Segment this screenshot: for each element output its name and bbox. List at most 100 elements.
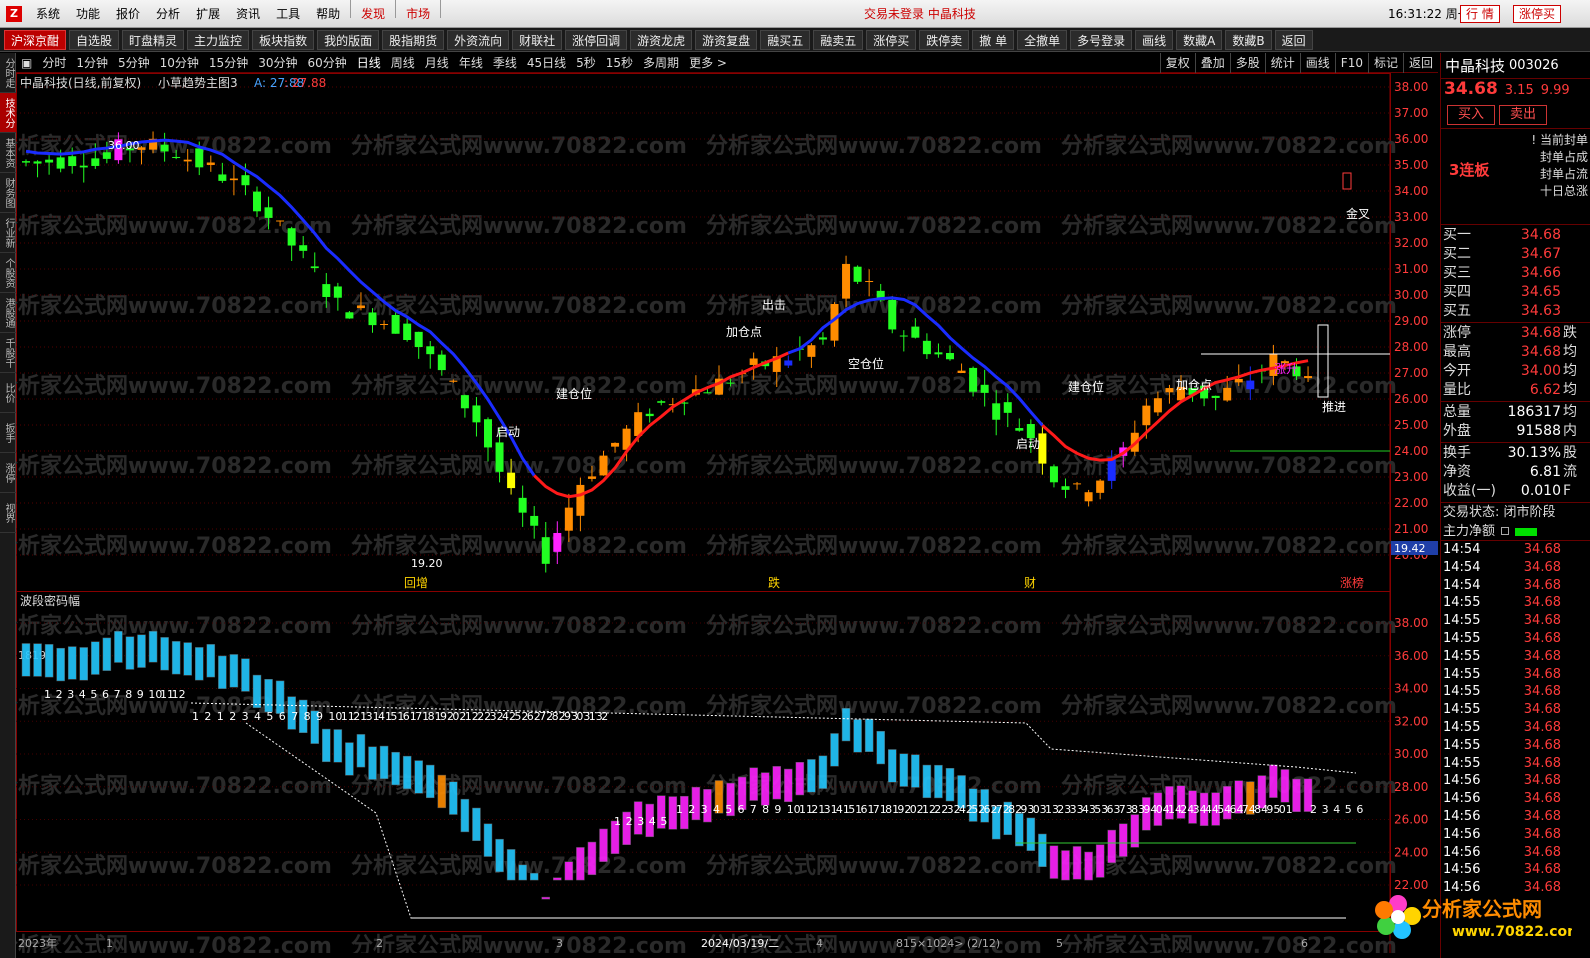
period-tool-button[interactable]: 画线: [1299, 53, 1335, 73]
toolbar-button[interactable]: 撤 单: [972, 29, 1015, 50]
watermark-text: 分析家公式网www.70822.com: [706, 453, 1042, 479]
candle-body: [611, 442, 620, 447]
period-tab[interactable]: 季线: [488, 53, 522, 73]
toolbar-button[interactable]: 涨停回调: [565, 29, 628, 50]
tick-time: 14:55: [1443, 613, 1481, 629]
toolbar-button[interactable]: 财联社: [512, 29, 563, 50]
period-tool-button[interactable]: 统计: [1264, 53, 1300, 73]
menu-item[interactable]: 工具: [268, 0, 308, 28]
left-tab[interactable]: 财务图示: [0, 173, 16, 213]
left-tab[interactable]: 千股千评: [0, 333, 16, 373]
period-tool-button[interactable]: 多股: [1229, 53, 1265, 73]
toolbar-button[interactable]: 全撤单: [1017, 29, 1068, 50]
toolbar-button[interactable]: 数藏B: [1225, 29, 1272, 50]
count-label: 9: [774, 803, 781, 816]
y-tick-label: 24.00: [1394, 444, 1428, 458]
left-tab[interactable]: 行业新闻: [0, 213, 16, 253]
app-logo-icon[interactable]: Z: [6, 5, 22, 22]
menu-item[interactable]: 报价: [108, 0, 148, 28]
left-tab[interactable]: 个股资讯: [0, 253, 16, 293]
period-tab[interactable]: 多周期: [638, 53, 684, 73]
toolbar-button[interactable]: 返回: [1274, 29, 1313, 50]
toolbar-button[interactable]: 多号登录: [1070, 29, 1133, 50]
toolbar-button[interactable]: 游资复盘: [695, 29, 758, 50]
toolbar: 沪深京酣 自选股 盯盘精灵 主力监控 板块指数 我的版面 股指期货 外资流向 财联社 涨停回调 游资…: [0, 28, 1590, 52]
menu-item[interactable]: 扩展: [188, 0, 228, 28]
toolbar-button[interactable]: 自选股: [69, 29, 120, 50]
period-tab[interactable]: 15分钟: [204, 53, 253, 73]
toolbar-button[interactable]: 画线: [1135, 29, 1174, 50]
candle: [218, 162, 227, 183]
left-tab[interactable]: 分时走势: [0, 53, 16, 93]
period-tab[interactable]: 月线: [420, 53, 454, 73]
toolbar-button[interactable]: 游资龙虎: [630, 29, 693, 50]
panel-toggle-icon[interactable]: ▣: [16, 53, 37, 73]
toolbar-button[interactable]: 融买五: [760, 29, 811, 50]
period-tool-button[interactable]: F10: [1334, 53, 1368, 73]
left-tab[interactable]: 比价: [0, 373, 16, 413]
period-tab[interactable]: 15秒: [601, 53, 638, 73]
seal-line: 十日总涨: [1539, 184, 1588, 198]
left-tab[interactable]: 基本资料: [0, 133, 16, 173]
toolbar-button[interactable]: 数藏A: [1176, 29, 1223, 50]
menu-item[interactable]: 资讯: [228, 0, 268, 28]
toolbar-button[interactable]: 股指期货: [382, 29, 445, 50]
period-tab[interactable]: 30分钟: [253, 53, 302, 73]
band-bar: [460, 798, 470, 833]
period-tool-button[interactable]: 叠加: [1194, 53, 1230, 73]
period-tab[interactable]: 分时: [37, 53, 71, 73]
toolbar-button[interactable]: 盯盘精灵: [122, 29, 185, 50]
kline-chart-area[interactable]: 分析家公式网www.70822.com 分析家公式网www.70822.com 分析…: [16, 73, 1438, 953]
quote-button[interactable]: 行 情: [1460, 5, 1500, 23]
menu-item[interactable]: 系统: [28, 0, 68, 28]
left-tab[interactable]: 涨停: [0, 453, 16, 493]
candle-body: [472, 405, 481, 423]
period-tab[interactable]: 日线: [352, 53, 386, 73]
left-tab[interactable]: 扳手: [0, 413, 16, 453]
toolbar-button[interactable]: 板块指数: [252, 29, 315, 50]
watermark-text: 分析家公式网www.70822.com: [351, 373, 687, 399]
toolbar-button[interactable]: 跌停卖: [919, 29, 970, 50]
menu-item-highlight[interactable]: 发现: [353, 0, 393, 28]
left-tab[interactable]: 港股通: [0, 293, 16, 333]
sell-button[interactable]: 卖出: [1499, 105, 1547, 125]
period-tool-button[interactable]: 标记: [1367, 53, 1403, 73]
limitup-buy-button[interactable]: 涨停买: [1513, 5, 1562, 23]
menu-item[interactable]: 功能: [68, 0, 108, 28]
period-tab[interactable]: 年线: [454, 53, 488, 73]
menu-item-highlight[interactable]: 市场: [398, 0, 438, 28]
period-tab[interactable]: 5秒: [571, 53, 601, 73]
tick-list[interactable]: 14:54 34.68 14:54 34.68 14:54 34.68 14:55 34.68…: [1441, 541, 1590, 897]
candle: [391, 312, 400, 334]
period-tab[interactable]: 60分钟: [302, 53, 351, 73]
left-tab[interactable]: 技术分析: [0, 93, 16, 133]
period-tool-button[interactable]: 复权: [1159, 53, 1195, 73]
left-tab[interactable]: 视界: [0, 493, 16, 533]
period-tool-button[interactable]: 返回: [1402, 53, 1438, 73]
menu-item[interactable]: 分析: [148, 0, 188, 28]
period-tab[interactable]: 5分钟: [113, 53, 155, 73]
indicator-name: 小草趋势主图3: [158, 76, 238, 90]
tick-row: 14:56 34.68: [1441, 772, 1590, 790]
period-tab[interactable]: 周线: [386, 53, 420, 73]
period-tab[interactable]: 10分钟: [155, 53, 204, 73]
band-bar: [1038, 833, 1047, 867]
y-tick-label: 21.00: [1394, 522, 1428, 536]
toolbar-button[interactable]: 沪深京酣: [4, 29, 67, 50]
count-label: 1: [217, 710, 224, 723]
toolbar-button[interactable]: 主力监控: [187, 29, 250, 50]
period-tab[interactable]: 更多 >: [684, 53, 732, 73]
candle-body: [484, 419, 492, 448]
toolbar-button[interactable]: 外资流向: [447, 29, 510, 50]
menu-item[interactable]: 帮助: [308, 0, 348, 28]
period-tab[interactable]: 45日线: [522, 53, 571, 73]
band-bar: [264, 679, 273, 713]
period-tab[interactable]: 1分钟: [71, 53, 113, 73]
candle-body: [264, 207, 273, 218]
toolbar-button[interactable]: 涨停买: [866, 29, 917, 50]
toolbar-button[interactable]: 我的版面: [317, 29, 380, 50]
indicator-b-value: : 27.88: [284, 76, 326, 90]
candle: [645, 408, 654, 423]
toolbar-button[interactable]: 融卖五: [813, 29, 864, 50]
buy-button[interactable]: 买入: [1447, 105, 1495, 125]
